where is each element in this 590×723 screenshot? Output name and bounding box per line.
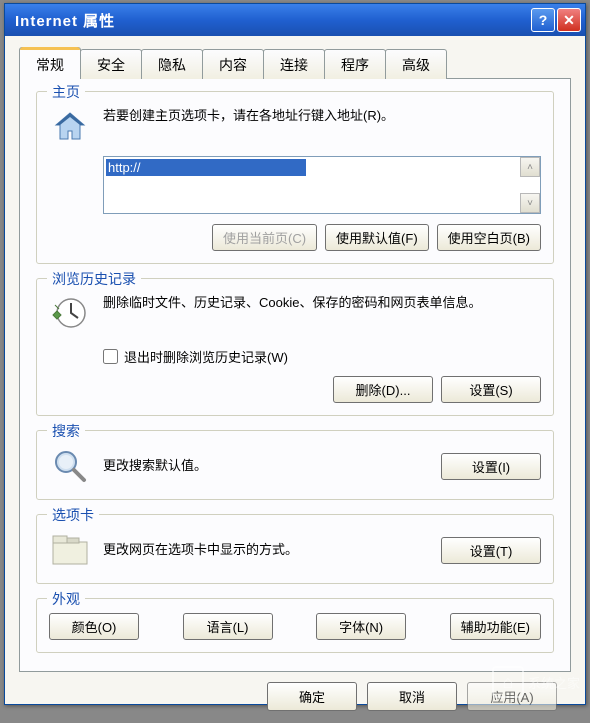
accessibility-button[interactable]: 辅助功能(E) bbox=[450, 613, 541, 640]
home-icon bbox=[49, 106, 91, 148]
tab-strip: 常规 安全 隐私 内容 连接 程序 高级 bbox=[19, 49, 571, 79]
cancel-button[interactable]: 取消 bbox=[367, 682, 457, 711]
watermark: ⌂ 系统之家 bbox=[492, 666, 580, 698]
use-default-button[interactable]: 使用默认值(F) bbox=[325, 224, 429, 251]
tab-security[interactable]: 安全 bbox=[80, 49, 142, 79]
use-current-button: 使用当前页(C) bbox=[212, 224, 317, 251]
tab-programs[interactable]: 程序 bbox=[324, 49, 386, 79]
close-button[interactable]: ✕ bbox=[557, 8, 581, 32]
internet-options-dialog: Internet 属性 ? ✕ 常规 安全 隐私 内容 连接 程序 高级 主页 bbox=[4, 3, 586, 705]
delete-on-exit-checkbox[interactable] bbox=[103, 349, 118, 364]
scroll-down-button[interactable]: ˅ bbox=[520, 193, 540, 213]
homepage-url-input[interactable] bbox=[106, 159, 306, 176]
homepage-instruction: 若要创建主页选项卡，请在各地址行键入地址(R)。 bbox=[103, 106, 541, 126]
search-instruction: 更改搜索默认值。 bbox=[103, 456, 429, 476]
homepage-group: 主页 若要创建主页选项卡，请在各地址行键入地址(R)。 ˄ ˅ 使用当前页(C)… bbox=[36, 91, 554, 264]
search-settings-button[interactable]: 设置(I) bbox=[441, 453, 541, 480]
scroll-up-button[interactable]: ˄ bbox=[520, 157, 540, 177]
help-button[interactable]: ? bbox=[531, 8, 555, 32]
appearance-legend: 外观 bbox=[47, 589, 85, 609]
colors-button[interactable]: 颜色(O) bbox=[49, 613, 139, 640]
tab-general[interactable]: 常规 bbox=[19, 47, 81, 79]
history-settings-button[interactable]: 设置(S) bbox=[441, 376, 541, 403]
tabs-icon bbox=[49, 529, 91, 571]
fonts-button[interactable]: 字体(N) bbox=[316, 613, 406, 640]
search-legend: 搜索 bbox=[47, 421, 85, 441]
history-instruction: 删除临时文件、历史记录、Cookie、保存的密码和网页表单信息。 bbox=[103, 293, 541, 313]
language-button[interactable]: 语言(L) bbox=[183, 613, 273, 640]
watermark-icon: ⌂ bbox=[492, 666, 524, 698]
window-title: Internet 属性 bbox=[15, 10, 531, 31]
tab-connections[interactable]: 连接 bbox=[263, 49, 325, 79]
appearance-group: 外观 颜色(O) 语言(L) 字体(N) 辅助功能(E) bbox=[36, 598, 554, 653]
delete-history-button[interactable]: 删除(D)... bbox=[333, 376, 433, 403]
history-group: 浏览历史记录 删除临时文件、历史记录、Cookie、保存的密码和网页表单信息。 … bbox=[36, 278, 554, 416]
history-legend: 浏览历史记录 bbox=[47, 269, 141, 289]
tab-privacy[interactable]: 隐私 bbox=[141, 49, 203, 79]
homepage-url-box: ˄ ˅ bbox=[103, 156, 541, 214]
ok-button[interactable]: 确定 bbox=[267, 682, 357, 711]
homepage-legend: 主页 bbox=[47, 82, 85, 102]
tab-content[interactable]: 内容 bbox=[202, 49, 264, 79]
tabs-instruction: 更改网页在选项卡中显示的方式。 bbox=[103, 540, 429, 560]
delete-on-exit-label[interactable]: 退出时删除浏览历史记录(W) bbox=[124, 347, 288, 366]
general-panel: 主页 若要创建主页选项卡，请在各地址行键入地址(R)。 ˄ ˅ 使用当前页(C)… bbox=[19, 78, 571, 672]
search-group: 搜索 更改搜索默认值。 设置(I) bbox=[36, 430, 554, 500]
search-icon bbox=[49, 445, 91, 487]
dialog-button-row: 确定 取消 应用(A) bbox=[19, 672, 571, 723]
tabs-settings-button[interactable]: 设置(T) bbox=[441, 537, 541, 564]
watermark-text: 系统之家 bbox=[528, 673, 580, 692]
titlebar[interactable]: Internet 属性 ? ✕ bbox=[5, 4, 585, 36]
tabs-group: 选项卡 更改网页在选项卡中显示的方式。 设置(T) bbox=[36, 514, 554, 584]
tabs-legend: 选项卡 bbox=[47, 505, 99, 525]
use-blank-button[interactable]: 使用空白页(B) bbox=[437, 224, 541, 251]
tab-advanced[interactable]: 高级 bbox=[385, 49, 447, 79]
history-icon bbox=[49, 293, 91, 335]
